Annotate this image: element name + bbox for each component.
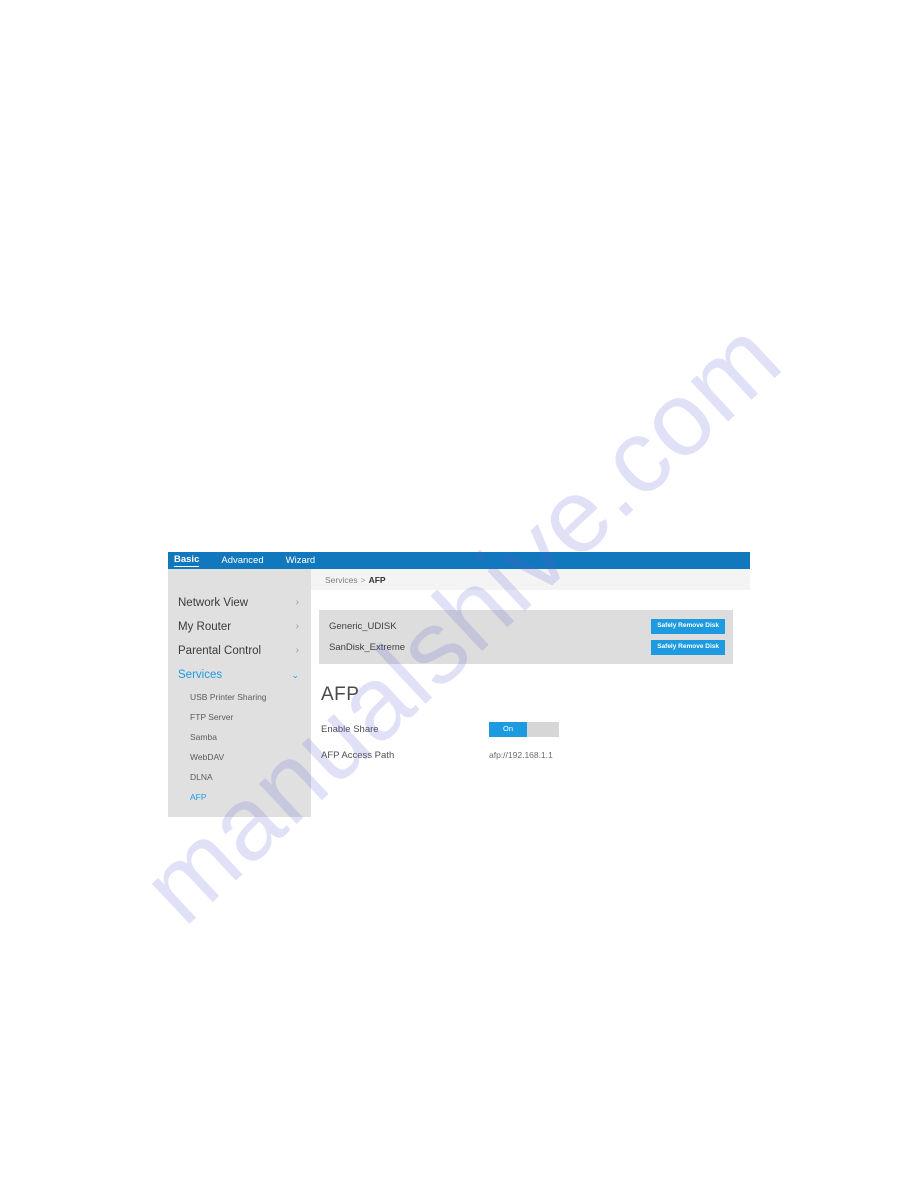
breadcrumb-parent[interactable]: Services <box>325 575 358 585</box>
enable-share-row: Enable Share On <box>319 718 750 740</box>
sidebar-subitem-ftp-server[interactable]: FTP Server <box>168 707 311 727</box>
tab-wizard[interactable]: Wizard <box>286 555 316 567</box>
afp-access-path-row: AFP Access Path afp://192.168.1.1 <box>319 744 750 766</box>
chevron-down-icon: ⌄ <box>291 669 299 680</box>
page-title: AFP <box>321 684 360 705</box>
router-admin-ui: Basic Advanced Wizard Network View › My … <box>168 552 750 817</box>
tab-basic[interactable]: Basic <box>174 554 200 567</box>
afp-access-path-value: afp://192.168.1.1 <box>489 750 553 760</box>
sidebar: Network View › My Router › Parental Cont… <box>168 569 311 817</box>
sidebar-subitem-usb-printer-sharing[interactable]: USB Printer Sharing <box>168 687 311 707</box>
tab-advanced[interactable]: Advanced <box>221 555 263 567</box>
sidebar-subitem-dlna[interactable]: DLNA <box>168 767 311 787</box>
chevron-right-icon: › <box>295 645 299 656</box>
breadcrumb-separator: > <box>360 574 366 585</box>
sidebar-subitem-webdav[interactable]: WebDAV <box>168 747 311 767</box>
breadcrumb-current: AFP <box>368 574 386 585</box>
sidebar-item-services[interactable]: Services ⌄ <box>168 663 311 687</box>
safely-remove-disk-button[interactable]: Safely Remove Disk <box>651 640 725 655</box>
chevron-right-icon: › <box>295 621 299 632</box>
sidebar-item-parental-control[interactable]: Parental Control › <box>168 639 311 663</box>
afp-settings-section: AFP Enable Share On AFP Access Path afp:… <box>319 664 750 766</box>
safely-remove-disk-button[interactable]: Safely Remove Disk <box>651 619 725 634</box>
sidebar-item-label: Services <box>178 669 223 681</box>
disk-row: SanDisk_Extreme Safely Remove Disk <box>319 637 733 658</box>
disk-row: Generic_UDISK Safely Remove Disk <box>319 616 733 637</box>
sidebar-item-network-view[interactable]: Network View › <box>168 591 311 615</box>
sidebar-item-my-router[interactable]: My Router › <box>168 615 311 639</box>
disk-name: SanDisk_Extreme <box>329 642 406 653</box>
sidebar-subitem-afp[interactable]: AFP <box>168 787 311 807</box>
ui-body: Network View › My Router › Parental Cont… <box>168 569 750 817</box>
chevron-right-icon: › <box>295 597 299 608</box>
sidebar-item-label: My Router <box>178 621 232 633</box>
enable-share-toggle[interactable]: On <box>489 721 559 737</box>
disk-name: Generic_UDISK <box>329 621 397 632</box>
sidebar-item-label: Network View <box>178 597 249 609</box>
sidebar-item-label: Parental Control <box>178 645 262 657</box>
content-inner: Generic_UDISK Safely Remove Disk SanDisk… <box>311 590 750 766</box>
disk-list-panel: Generic_UDISK Safely Remove Disk SanDisk… <box>319 610 733 664</box>
afp-access-path-label: AFP Access Path <box>321 749 395 761</box>
breadcrumb: Services > AFP <box>311 569 750 590</box>
sidebar-subitem-samba[interactable]: Samba <box>168 727 311 747</box>
content-column: Services > AFP Generic_UDISK Safely Remo… <box>311 569 750 817</box>
enable-share-label: Enable Share <box>321 723 379 735</box>
toggle-on-segment[interactable]: On <box>489 721 527 737</box>
top-navigation-bar: Basic Advanced Wizard <box>168 552 750 569</box>
toggle-off-segment[interactable] <box>527 721 559 737</box>
